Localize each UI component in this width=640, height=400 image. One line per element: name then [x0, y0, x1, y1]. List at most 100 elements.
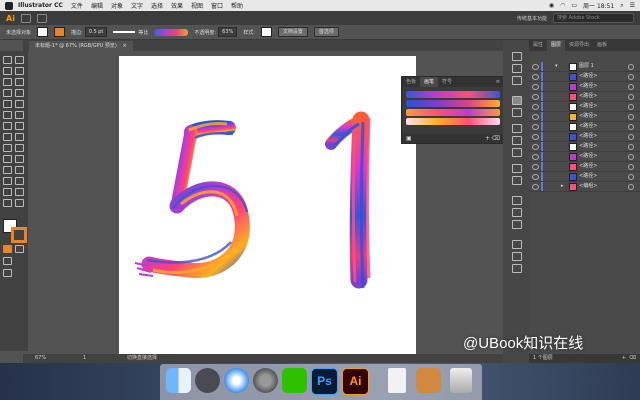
- shape-builder-tool-icon[interactable]: [3, 144, 12, 152]
- artboard[interactable]: [119, 56, 416, 354]
- stroke-weight-input[interactable]: 0.5 pt: [84, 27, 108, 37]
- workspace-switcher[interactable]: 传统基本功能: [517, 15, 547, 22]
- graphic-styles-icon[interactable]: [512, 176, 522, 185]
- eraser-tool-icon[interactable]: [15, 111, 24, 119]
- tab-symbols[interactable]: 符号: [438, 77, 456, 87]
- target-icon[interactable]: [628, 114, 634, 120]
- sync-icon[interactable]: [36, 13, 47, 23]
- tab-layers[interactable]: 图层: [547, 40, 566, 51]
- visibility-eye-icon[interactable]: [532, 104, 539, 110]
- brush-swatch[interactable]: [406, 91, 500, 98]
- sublayer-row[interactable]: <路径>: [529, 152, 640, 162]
- paragraph-icon[interactable]: [512, 252, 522, 261]
- artboard-tool-icon[interactable]: [3, 188, 12, 196]
- wechat-status-icon[interactable]: ◉: [549, 2, 554, 9]
- sublayer-row[interactable]: <路径>: [529, 142, 640, 152]
- stroke-color-box[interactable]: [11, 227, 27, 243]
- brush-swatch[interactable]: [406, 100, 500, 107]
- symbol-sprayer-tool-icon[interactable]: [3, 177, 12, 185]
- sublayer-row[interactable]: <路径>: [529, 82, 640, 92]
- fill-stroke-control[interactable]: [3, 219, 27, 243]
- target-icon[interactable]: [628, 184, 634, 190]
- pathfinder-icon[interactable]: [512, 220, 522, 229]
- battery-icon[interactable]: ▭: [571, 2, 577, 9]
- target-icon[interactable]: [628, 74, 634, 80]
- new-brush-icon[interactable]: +: [485, 135, 490, 142]
- rotate-tool-icon[interactable]: [3, 122, 12, 130]
- paintbrush-tool-icon[interactable]: [15, 100, 24, 108]
- slice-tool-icon[interactable]: [15, 188, 24, 196]
- menu-object[interactable]: 对象: [111, 1, 123, 10]
- visibility-eye-icon[interactable]: [532, 184, 539, 190]
- gradient-mode-icon[interactable]: [15, 245, 24, 253]
- layout-icon[interactable]: [20, 13, 31, 23]
- opentype-icon[interactable]: [512, 264, 522, 273]
- target-icon[interactable]: [628, 154, 634, 160]
- trash-icon[interactable]: [450, 368, 472, 393]
- target-icon[interactable]: [628, 124, 634, 130]
- target-icon[interactable]: [628, 164, 634, 170]
- stock-search-input[interactable]: 搜索 Adobe Stock: [553, 13, 634, 23]
- lasso-tool-icon[interactable]: [15, 67, 24, 75]
- menubar-clock[interactable]: 周一 18:51: [583, 1, 614, 10]
- sublayer-name[interactable]: <路径>: [579, 112, 597, 121]
- draw-mode-icon[interactable]: [3, 257, 12, 265]
- brush-definition-dropdown[interactable]: [154, 28, 189, 36]
- perspective-grid-tool-icon[interactable]: [15, 144, 24, 152]
- visibility-eye-icon[interactable]: [532, 144, 539, 150]
- magic-wand-tool-icon[interactable]: [3, 67, 12, 75]
- transparency-icon[interactable]: [512, 148, 522, 157]
- document-setup-button[interactable]: 文档设置: [277, 27, 308, 37]
- tab-brushes[interactable]: 画笔: [420, 77, 439, 87]
- digit-five-artwork[interactable]: [134, 120, 250, 278]
- brush-swatch[interactable]: [406, 118, 500, 125]
- system-preferences-icon[interactable]: [253, 368, 278, 393]
- menu-effect[interactable]: 效果: [171, 1, 183, 10]
- brush-library-icon[interactable]: ▣: [406, 135, 412, 142]
- menu-app-name[interactable]: Illustrator CC: [18, 2, 63, 9]
- visibility-eye-icon[interactable]: [532, 154, 539, 160]
- photoshop-icon[interactable]: Ps: [311, 368, 338, 395]
- eyedropper-tool-icon[interactable]: [3, 166, 12, 174]
- sublayer-name[interactable]: <路径>: [579, 132, 597, 141]
- new-layer-icon[interactable]: +: [622, 354, 626, 363]
- visibility-eye-icon[interactable]: [532, 114, 539, 120]
- tab-asset-export[interactable]: 资源导出: [565, 40, 593, 51]
- mesh-tool-icon[interactable]: [3, 155, 12, 163]
- finder-icon[interactable]: [166, 368, 191, 393]
- apple-icon[interactable]: [5, 1, 13, 10]
- tab-artboards[interactable]: 画板: [593, 40, 611, 51]
- target-icon[interactable]: [628, 174, 634, 180]
- layer-row[interactable]: ▾ 图层 1: [529, 62, 640, 72]
- target-icon[interactable]: [628, 84, 634, 90]
- sublayer-row[interactable]: ▸ <编组>: [529, 182, 640, 192]
- appearance-icon[interactable]: [512, 164, 522, 173]
- sublayer-row[interactable]: <路径>: [529, 122, 640, 132]
- menu-window[interactable]: 窗口: [211, 1, 223, 10]
- color-guide-icon[interactable]: [512, 64, 522, 73]
- stroke-panel-icon[interactable]: [512, 124, 522, 133]
- type-tool-icon[interactable]: [3, 89, 12, 97]
- sublayer-name[interactable]: <路径>: [579, 92, 597, 101]
- sublayer-row[interactable]: <路径>: [529, 102, 640, 112]
- visibility-eye-icon[interactable]: [532, 134, 539, 140]
- opacity-input[interactable]: 63%: [218, 27, 238, 37]
- visibility-eye-icon[interactable]: [532, 174, 539, 180]
- tab-swatches[interactable]: 色板: [402, 77, 420, 87]
- close-tab-icon[interactable]: ×: [122, 43, 126, 49]
- sublayer-row[interactable]: <路径>: [529, 162, 640, 172]
- fill-swatch[interactable]: [37, 27, 49, 37]
- zoom-level[interactable]: 67%: [35, 354, 46, 363]
- safari-icon[interactable]: [224, 368, 249, 393]
- menu-help[interactable]: 帮助: [231, 1, 243, 10]
- transform-icon[interactable]: [512, 208, 522, 217]
- character-icon[interactable]: [512, 240, 522, 249]
- curvature-tool-icon[interactable]: [15, 78, 24, 86]
- scale-tool-icon[interactable]: [15, 122, 24, 130]
- notification-icon[interactable]: ☰: [630, 2, 635, 9]
- target-icon[interactable]: [628, 94, 634, 100]
- brush-swatch[interactable]: [406, 109, 500, 116]
- delete-layer-icon[interactable]: ⌫: [629, 354, 636, 363]
- sublayer-name[interactable]: <编组>: [579, 182, 597, 191]
- color-panel-icon[interactable]: [512, 52, 522, 61]
